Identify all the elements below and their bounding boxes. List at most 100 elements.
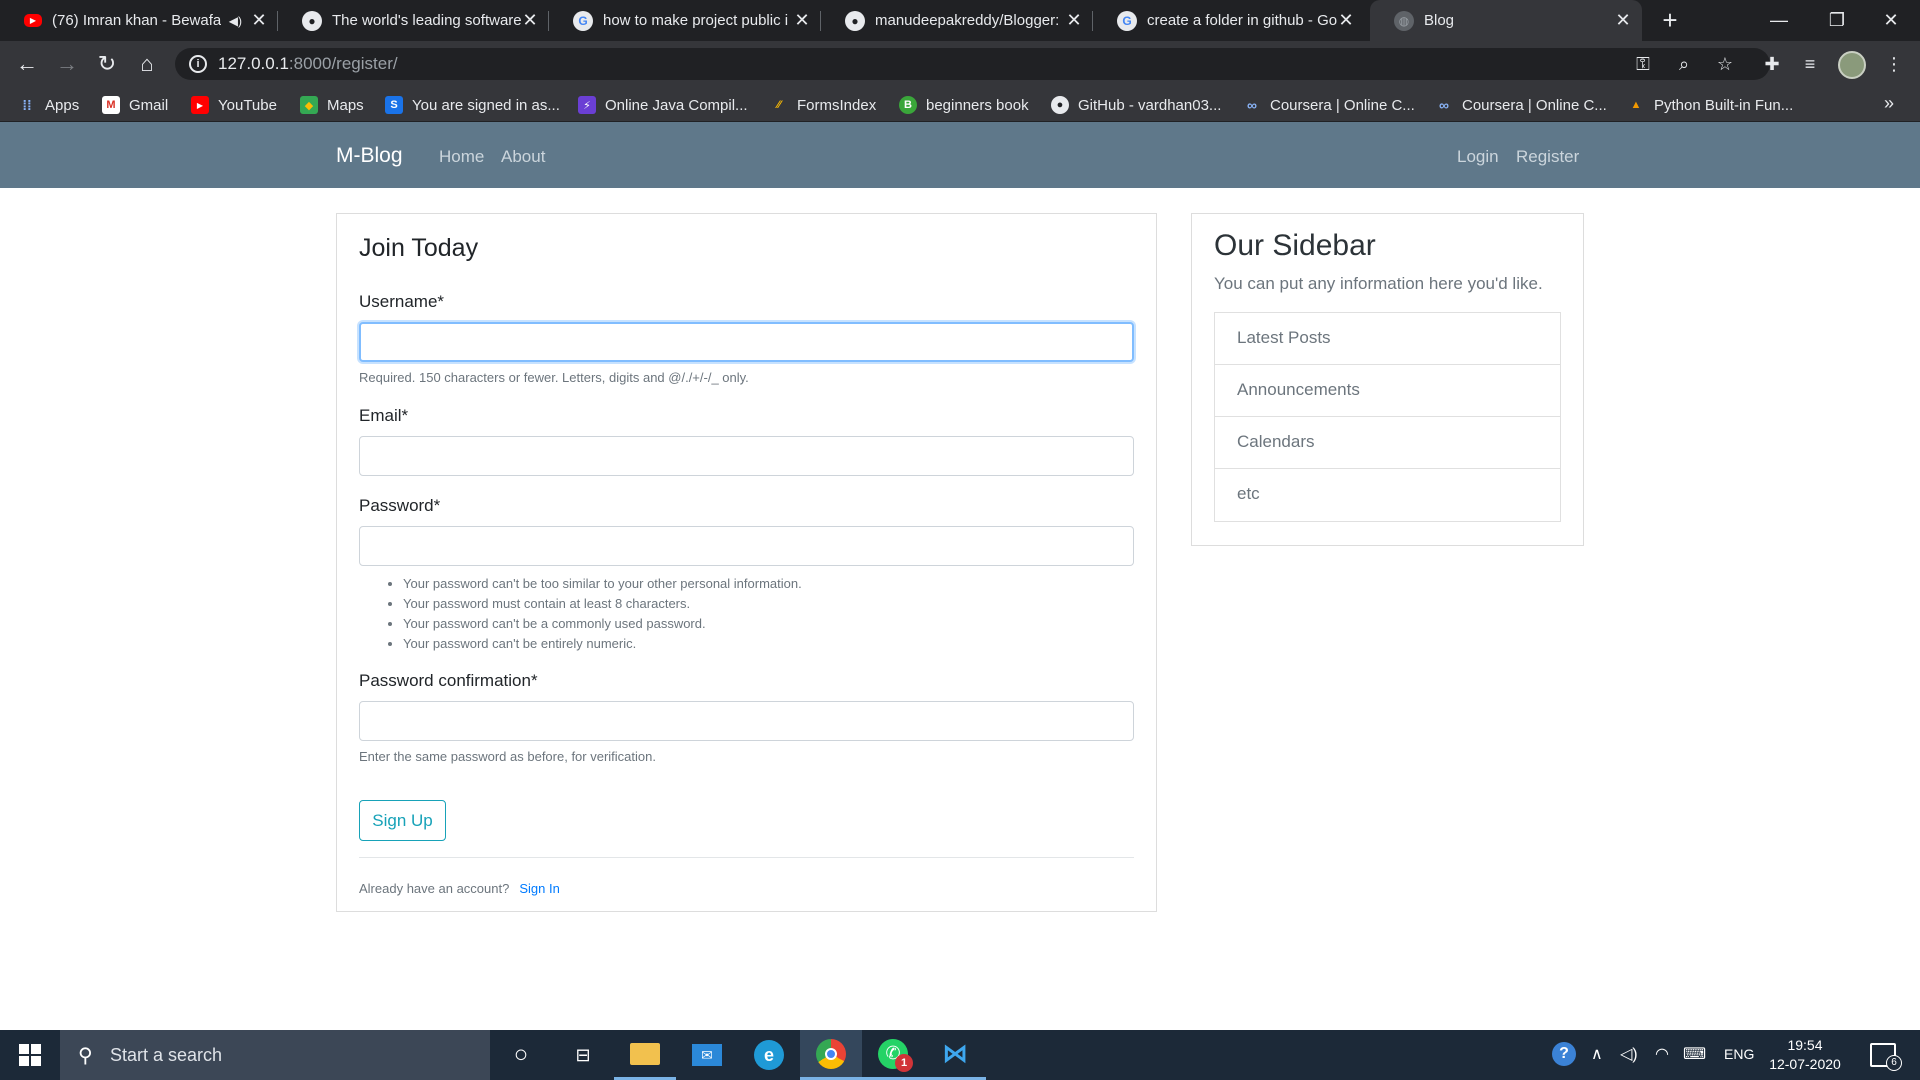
keyboard-icon[interactable]: ⌨	[1683, 1044, 1706, 1064]
bookmark-label: You are signed in as...	[412, 96, 560, 114]
password-confirmation-input[interactable]	[359, 701, 1134, 741]
tab-close-icon[interactable]: ✕	[250, 10, 268, 31]
reload-button[interactable]: ↻	[93, 50, 121, 78]
tab-close-icon[interactable]: ✕	[1337, 10, 1355, 31]
globe-icon: ◍	[1394, 10, 1414, 31]
volume-icon[interactable]: ◁)	[1620, 1044, 1638, 1064]
taskbar-file-explorer[interactable]	[614, 1030, 676, 1080]
bookmarks-overflow-icon[interactable]: »	[1884, 93, 1894, 114]
password-confirmation-help: Enter the same password as before, for v…	[359, 749, 656, 764]
home-button[interactable]: ⌂	[133, 50, 161, 78]
bookmark-label: beginners book	[926, 96, 1029, 114]
bookmark-youtube[interactable]: ▶ YouTube	[191, 94, 277, 116]
bookmark-coursera-2[interactable]: ∞ Coursera | Online C...	[1435, 94, 1607, 116]
bookmark-coursera-1[interactable]: ∞ Coursera | Online C...	[1243, 94, 1415, 116]
tab-youtube[interactable]: ▶ (76) Imran khan - Bewafa ◀) ✕	[0, 0, 278, 41]
taskbar-chrome[interactable]	[800, 1030, 862, 1080]
password-rule: Your password must contain at least 8 ch…	[403, 594, 802, 614]
sidebar-item-latest-posts[interactable]: Latest Posts	[1215, 313, 1560, 365]
back-button[interactable]: ←	[13, 50, 41, 78]
email-input[interactable]	[359, 436, 1134, 476]
restore-button[interactable]: ❐	[1808, 0, 1866, 41]
menu-kebab-icon[interactable]: ⋮	[1880, 50, 1908, 78]
site-info-icon[interactable]: i	[189, 55, 207, 73]
task-view-button[interactable]: ⊟	[552, 1030, 614, 1080]
password-input[interactable]	[359, 526, 1134, 566]
tab-google-project[interactable]: G how to make project public i ✕	[549, 0, 821, 41]
password-rule: Your password can't be too similar to yo…	[403, 574, 802, 594]
new-tab-button[interactable]: +	[1654, 5, 1686, 37]
bookmark-python[interactable]: ▲ Python Built-in Fun...	[1627, 94, 1794, 116]
tab-title: (76) Imran khan - Bewafa	[52, 12, 221, 29]
language-indicator[interactable]: ENG	[1724, 1046, 1754, 1062]
tab-close-icon[interactable]: ✕	[793, 10, 811, 31]
bookmark-gmail[interactable]: M Gmail	[102, 94, 168, 116]
bookmark-formsindex[interactable]: ⁄⁄ FormsIndex	[770, 94, 876, 116]
tray-chevron-up-icon[interactable]: ∧	[1591, 1044, 1603, 1064]
brand-logo[interactable]: M-Blog	[336, 144, 403, 168]
cortana-button[interactable]: ○	[490, 1030, 552, 1080]
sidebar-item-announcements[interactable]: Announcements	[1215, 365, 1560, 417]
bookmark-label: GitHub - vardhan03...	[1078, 96, 1222, 114]
cortana-icon: ○	[513, 1041, 529, 1068]
minimize-button[interactable]: —	[1750, 0, 1808, 41]
tab-close-icon[interactable]: ✕	[1614, 10, 1632, 31]
coursera-icon: ∞	[1439, 97, 1449, 113]
bookmark-github[interactable]: ● GitHub - vardhan03...	[1051, 94, 1221, 116]
bookmark-star-icon[interactable]: ☆	[1713, 52, 1737, 76]
tab-close-icon[interactable]: ✕	[1065, 10, 1083, 31]
profile-avatar[interactable]	[1838, 51, 1866, 79]
sign-up-button[interactable]: Sign Up	[359, 800, 446, 841]
extensions-icon[interactable]: ✚	[1758, 50, 1786, 78]
key-icon[interactable]: ⚿	[1631, 52, 1655, 76]
url-text[interactable]: 127.0.0.1:8000/register/	[218, 54, 398, 74]
forward-button[interactable]: →	[53, 50, 81, 78]
vscode-icon: ⋈	[942, 1038, 968, 1068]
tab-github[interactable]: ● The world's leading software ✕	[278, 0, 549, 41]
start-button[interactable]	[0, 1030, 60, 1080]
bookmark-java-compiler[interactable]: ⚡ Online Java Compil...	[578, 94, 748, 116]
zoom-icon[interactable]: ⌕	[1672, 52, 1696, 76]
bolt-icon: ⚡	[578, 96, 596, 114]
sign-in-link[interactable]: Sign In	[519, 881, 559, 896]
account-prompt-text: Already have an account?	[359, 881, 510, 896]
apps-grid-icon: ⁞⁞	[22, 97, 32, 113]
bookmark-beginners-book[interactable]: B beginners book	[899, 94, 1029, 116]
bookmark-signed-in[interactable]: S You are signed in as...	[385, 94, 560, 116]
tab-github-blogger[interactable]: ● manudeepakreddy/Blogger: ✕	[821, 0, 1093, 41]
tab-close-icon[interactable]: ✕	[521, 10, 539, 31]
email-label: Email*	[359, 406, 409, 425]
speaker-icon[interactable]: ◀)	[229, 14, 242, 28]
browser-tab-strip: ▶ (76) Imran khan - Bewafa ◀) ✕ ● The wo…	[0, 0, 1920, 41]
taskbar-mail[interactable]: ✉	[676, 1030, 738, 1080]
nav-home-link[interactable]: Home	[439, 147, 484, 167]
nav-about-link[interactable]: About	[501, 147, 545, 167]
taskbar-vscode[interactable]: ⋈	[924, 1030, 986, 1080]
taskbar-search[interactable]: ⚲ Start a search	[60, 1030, 490, 1080]
sidebar-item-etc[interactable]: etc	[1215, 469, 1560, 521]
tab-google-folder[interactable]: G create a folder in github - Go ✕	[1093, 0, 1365, 41]
wifi-icon[interactable]: ◠	[1655, 1044, 1669, 1064]
nav-login-link[interactable]: Login	[1457, 147, 1499, 167]
notifications-icon[interactable]: 6	[1870, 1043, 1902, 1071]
forms-icon: ⁄⁄	[777, 99, 781, 111]
github-icon: ●	[302, 10, 322, 31]
url-path: :8000/register/	[288, 54, 398, 73]
bookmark-maps[interactable]: ◆ Maps	[300, 94, 364, 116]
help-icon[interactable]: ?	[1552, 1042, 1576, 1066]
form-legend: Join Today	[359, 234, 479, 262]
search-placeholder: Start a search	[110, 1045, 223, 1065]
taskbar-clock[interactable]: 19:54 12-07-2020	[1760, 1036, 1850, 1074]
bookmark-apps[interactable]: ⁞⁞ Apps	[18, 94, 79, 116]
notification-count: 6	[1886, 1055, 1902, 1071]
window-close-button[interactable]: ✕	[1862, 0, 1920, 41]
sidebar-item-calendars[interactable]: Calendars	[1215, 417, 1560, 469]
media-control-icon[interactable]: ≡	[1796, 50, 1824, 78]
tab-blog-active[interactable]: ◍ Blog ✕	[1370, 0, 1642, 41]
username-input[interactable]	[359, 322, 1134, 362]
address-bar[interactable]: i 127.0.0.1:8000/register/ ⚿ ⌕ ☆	[175, 48, 1770, 80]
taskbar-edge[interactable]: e	[738, 1030, 800, 1080]
taskbar-whatsapp[interactable]: ✆ 1	[862, 1030, 924, 1080]
nav-register-link[interactable]: Register	[1516, 147, 1579, 167]
windows-taskbar: ⚲ Start a search ○ ⊟ ✉ e ✆ 1 ⋈ ? ∧ ◁) ◠ …	[0, 1030, 1920, 1080]
